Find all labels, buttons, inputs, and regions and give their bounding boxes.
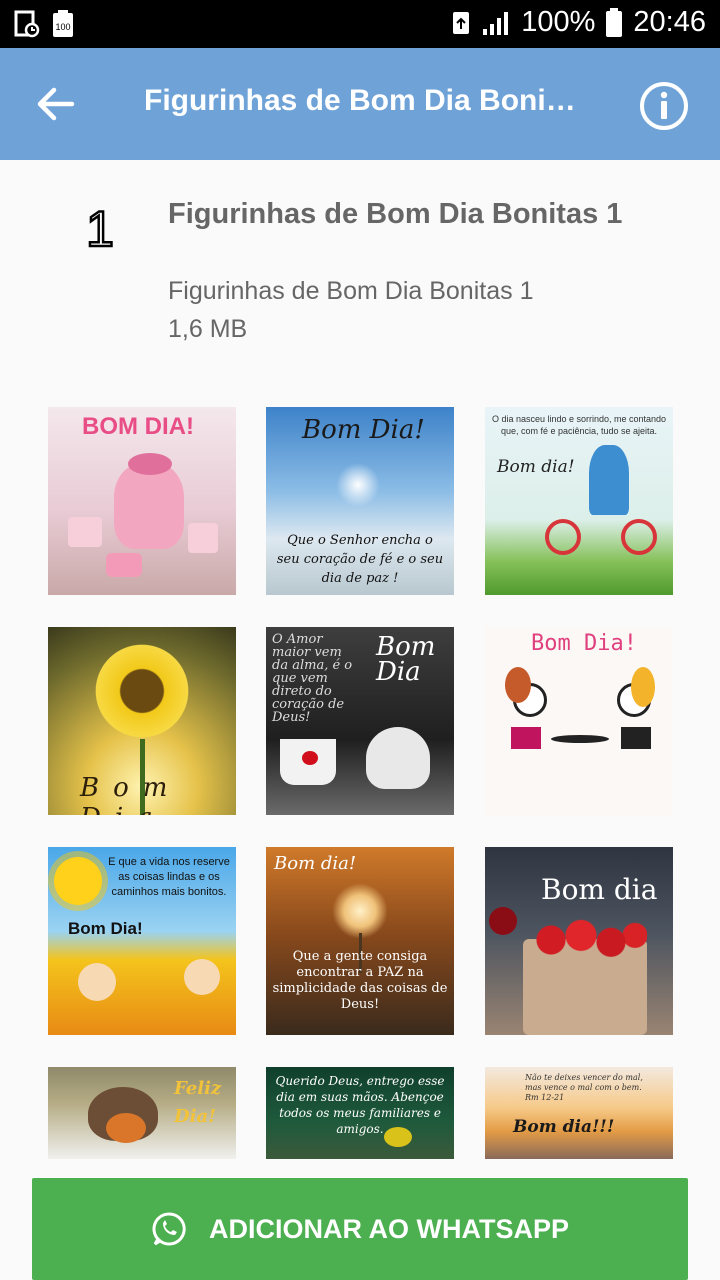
sticker-6[interactable]: Bom Dia! [485, 627, 673, 815]
app-bar: Figurinhas de Bom Dia Bonit… [0, 48, 720, 160]
sticker-caption: Bom Dia! [531, 631, 637, 656]
sticker-7[interactable]: E que a vida nos reserve as coisas linda… [48, 847, 236, 1035]
sticker-caption: Bom dia [541, 873, 658, 906]
sticker-9[interactable]: Bom dia [485, 847, 673, 1035]
sticker-caption: BOM DIA! [82, 413, 194, 440]
sticker-caption: Bom dia! [274, 853, 357, 874]
sticker-caption: Bom Dia [376, 632, 436, 687]
arrow-back-icon[interactable] [28, 80, 84, 128]
pack-name: Figurinhas de Bom Dia Bonitas 1 [168, 198, 623, 230]
app-bar-title: Figurinhas de Bom Dia Bonit… [144, 84, 576, 117]
sticker-caption: Feliz Dia! [174, 1078, 222, 1127]
pack-details: 1 Figurinhas de Bom Dia Bonitas 1 Figuri… [0, 160, 720, 1280]
sticker-11[interactable]: Querido Deus, entrego esse dia em suas m… [266, 1067, 454, 1159]
screenshot-notification-icon [14, 10, 40, 38]
sticker-text: Que o Senhor encha o seu coração de fé e… [276, 533, 444, 586]
sticker-text: O Amor maior vem da alma, é o que vem di… [272, 632, 353, 725]
add-to-whatsapp-label: ADICIONAR AO WHATSAPP [209, 1213, 569, 1244]
svg-text:1: 1 [86, 201, 114, 256]
data-saver-icon [453, 11, 470, 34]
signal-icon [483, 11, 509, 35]
sticker-2[interactable]: Bom Dia! Que o Senhor encha o seu coraçã… [266, 407, 454, 595]
battery-percent: 100% [521, 6, 596, 38]
status-left-icons: 100 [14, 10, 74, 38]
whatsapp-icon [152, 1212, 186, 1246]
sticker-3[interactable]: O dia nasceu lindo e sorrindo, me contan… [485, 407, 673, 595]
pack-publisher: Figurinhas de Bom Dia Bonitas 1 [168, 277, 534, 305]
sticker-caption: Bom dia! [497, 457, 575, 477]
sticker-text: Querido Deus, entrego esse dia em suas m… [275, 1074, 445, 1136]
battery-notification-icon: 100 [53, 10, 73, 37]
clock: 20:46 [633, 6, 706, 38]
sticker-text: E que a vida nos reserve as coisas linda… [108, 856, 230, 898]
sticker-8[interactable]: Bom dia! Que a gente consiga encontrar a… [266, 847, 454, 1035]
pack-meta: Figurinhas de Bom Dia Bonitas 1 1,6 MB [168, 272, 533, 348]
status-right: 100% 20:46 [451, 6, 706, 39]
battery-icon [606, 7, 623, 37]
svg-text:100: 100 [55, 22, 70, 32]
sticker-4[interactable]: Bom Dia [48, 627, 236, 815]
info-icon[interactable] [638, 80, 690, 132]
sticker-5[interactable]: O Amor maior vem da alma, é o que vem di… [266, 627, 454, 815]
pack-size: 1,6 MB [168, 315, 248, 343]
status-bar: 100 100% 20:46 [0, 0, 720, 48]
sticker-text: Que a gente consiga encontrar a PAZ na s… [272, 949, 448, 1012]
add-to-whatsapp-button[interactable]: ADICIONAR AO WHATSAPP [32, 1178, 688, 1280]
sticker-caption: Bom Dia! [68, 919, 143, 938]
sticker-10[interactable]: Feliz Dia! [48, 1067, 236, 1159]
sticker-caption: Bom Dia! [302, 415, 425, 445]
sticker-text: Não te deixes vencer do mal, mas vence o… [525, 1073, 643, 1102]
sticker-1[interactable]: BOM DIA! [48, 407, 236, 595]
sticker-caption: Bom dia!!! [513, 1117, 615, 1137]
pack-tray-icon: 1 [85, 200, 115, 256]
sticker-text: O dia nasceu lindo e sorrindo, me contan… [491, 414, 667, 436]
sticker-12[interactable]: Não te deixes vencer do mal, mas vence o… [485, 1067, 673, 1159]
sticker-caption: Bom Dia [80, 773, 182, 815]
